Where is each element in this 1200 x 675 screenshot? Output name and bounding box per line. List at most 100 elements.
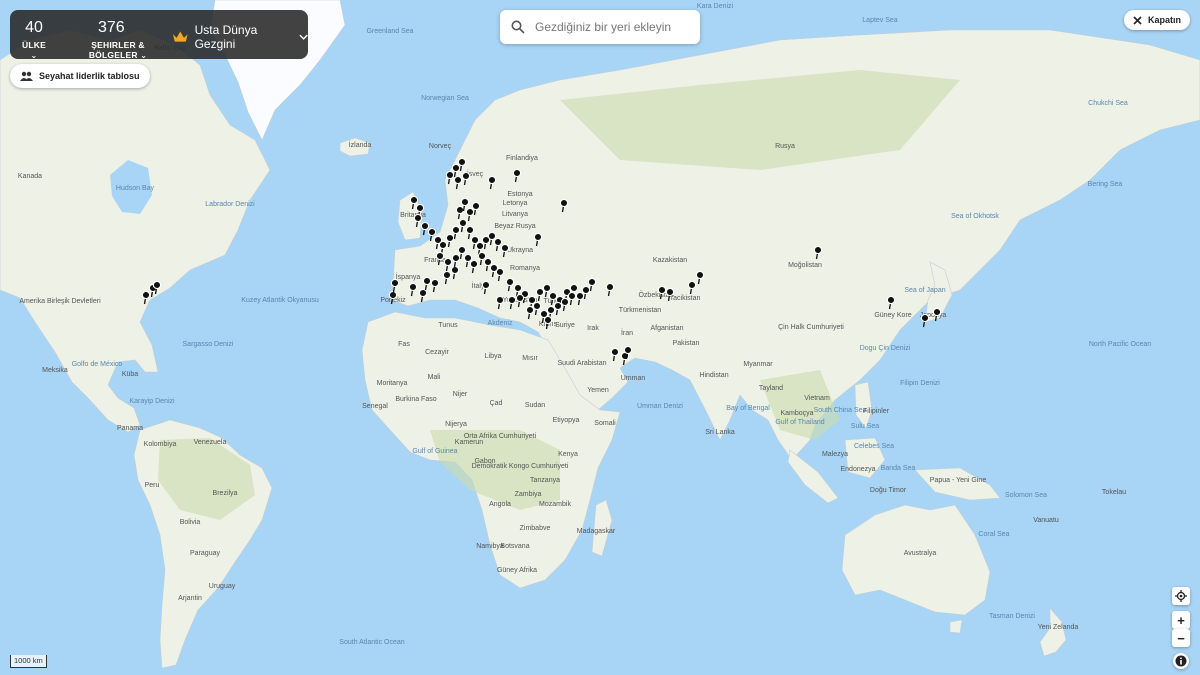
country-label: Yemen (587, 387, 609, 394)
ocean-label: Umman Denizi (637, 403, 683, 410)
country-label: Tanzanya (530, 477, 560, 484)
zoom-in-button[interactable]: + (1172, 611, 1190, 629)
country-label: Panama (117, 425, 143, 432)
ocean-label: South China Sea (814, 407, 867, 414)
ocean-label: Sulu Sea (851, 423, 880, 430)
close-button[interactable]: Kapatın (1124, 10, 1190, 30)
country-label: Malezya (822, 451, 848, 458)
ocean-label: Dogu Çin Denizi (860, 345, 911, 352)
ocean-label: North Pacific Ocean (1089, 341, 1151, 348)
country-label: Venezuela (194, 439, 227, 446)
country-label: Tayland (759, 385, 783, 392)
stats-panel: 40 ÜLKE ⌄ 376 ŞEHIRLER & BÖLGELER ⌄ Usta… (10, 10, 308, 60)
country-label: Libya (485, 353, 502, 360)
country-label: Sudan (525, 402, 545, 409)
info-icon (1175, 655, 1187, 667)
country-label: Kamboçya (780, 410, 813, 417)
leaderboard-label: Seyahat liderlik tablosu (39, 71, 140, 81)
country-label: İspanya (396, 272, 421, 281)
country-label: İzlanda (349, 140, 372, 149)
country-label: Tunus (438, 322, 458, 329)
ocean-label: Solomon Sea (1005, 492, 1047, 499)
country-label: Peru (145, 482, 160, 489)
chevron-down-icon: ⌄ (140, 51, 148, 60)
countries-stat[interactable]: 40 ÜLKE ⌄ (20, 18, 48, 60)
country-label: İran (621, 328, 633, 337)
rank-label: Usta Dünya Gezgini (194, 23, 258, 51)
country-label: Bolivia (180, 519, 201, 526)
ocean-label: Gulf of Thailand (775, 419, 824, 426)
country-label: Küba (122, 371, 138, 378)
country-label: Yeni Zelanda (1038, 624, 1079, 631)
country-label: Fas (398, 341, 410, 348)
tasmania-landmass (949, 619, 963, 634)
ocean-label: Karayip Denizi (129, 398, 175, 405)
ocean-label: Golfo de México (72, 361, 123, 368)
ocean-label: Kara Denizi (697, 3, 734, 10)
countries-label: ÜLKE ⌄ (20, 40, 48, 60)
country-label: Kazakistan (653, 257, 687, 264)
scale-bar: 1000 km (10, 655, 47, 668)
country-label: Ukrayna (507, 247, 533, 254)
cities-label-text: ŞEHIRLER & BÖLGELER (88, 40, 145, 60)
country-label: Somali (594, 420, 616, 427)
ocean-label: South Atlantic Ocean (339, 639, 404, 646)
country-label: Myanmar (743, 361, 773, 368)
country-label: Sri Lanka (705, 429, 735, 436)
country-label: Angola (489, 501, 511, 508)
cities-count: 376 (98, 19, 125, 36)
close-icon (1133, 15, 1142, 25)
country-label: Türkmenistan (619, 307, 662, 314)
place-search[interactable] (500, 10, 700, 44)
country-label: Mali (428, 374, 441, 381)
country-label: Vietnam (804, 395, 830, 402)
country-label: Kolombiya (144, 441, 177, 448)
country-label: Tokelau (1102, 489, 1126, 496)
country-label: Madagaskar (577, 528, 616, 535)
ocean-label: Sea of Okhotsk (951, 213, 999, 220)
ocean-label: Celebes Sea (854, 443, 894, 450)
country-label: Filipinler (863, 408, 890, 415)
close-label: Kapatın (1147, 15, 1181, 25)
country-label: Endonezya (840, 466, 875, 473)
country-label: Norveç (429, 143, 452, 150)
country-label: Nijer (453, 391, 468, 398)
country-label: Umman (621, 375, 646, 382)
cities-label: ŞEHIRLER & BÖLGELER ⌄ (72, 40, 164, 60)
locate-button[interactable] (1172, 587, 1190, 605)
ocean-label: Labrador Denizi (205, 201, 255, 208)
leaderboard-button[interactable]: Seyahat liderlik tablosu (10, 64, 150, 88)
country-label: Papua - Yeni Gine (930, 477, 987, 484)
country-label: Suudi Arabistan (557, 360, 606, 367)
country-label: Mozambik (539, 501, 571, 508)
world-map[interactable]: Greenland SeaNorwegian SeaBarents SeaKar… (0, 0, 1200, 675)
ocean-label: Banda Sea (881, 465, 916, 472)
ocean-label: Chukchi Sea (1088, 100, 1128, 107)
country-label: Suriye (555, 322, 575, 329)
country-label: Çad (490, 400, 503, 407)
country-label: Uruguay (209, 583, 236, 590)
search-input[interactable] (533, 19, 697, 35)
country-label: Meksika (42, 367, 68, 374)
country-label: Zambiya (515, 491, 542, 498)
cities-stat[interactable]: 376 ŞEHIRLER & BÖLGELER ⌄ (72, 18, 164, 60)
country-label: Estonya (507, 191, 532, 198)
country-label: Paraguay (190, 550, 220, 557)
country-label: Amerika Birleşik Devletleri (19, 298, 101, 305)
ocean-label: Tasman Denizi (989, 613, 1035, 620)
country-label: Burkina Faso (395, 396, 436, 403)
country-label: Orta Afrika Cumhuriyeti (464, 433, 537, 440)
users-icon (20, 71, 33, 81)
ocean-label: Coral Sea (978, 531, 1009, 538)
chevron-down-icon: ⌄ (30, 51, 38, 60)
country-label: Finlandiya (506, 155, 538, 162)
rank-dropdown[interactable]: Usta Dünya Gezgini (172, 23, 308, 51)
country-label: Nijerya (445, 421, 467, 428)
zoom-out-button[interactable]: − (1172, 629, 1190, 647)
country-label: Romanya (510, 265, 540, 272)
country-label: Çin Halk Cumhuriyeti (778, 324, 844, 331)
info-button[interactable] (1173, 653, 1189, 669)
country-label: Hindistan (699, 372, 728, 379)
ocean-label: Bay of Bengal (726, 405, 770, 412)
crown-icon (172, 31, 188, 42)
